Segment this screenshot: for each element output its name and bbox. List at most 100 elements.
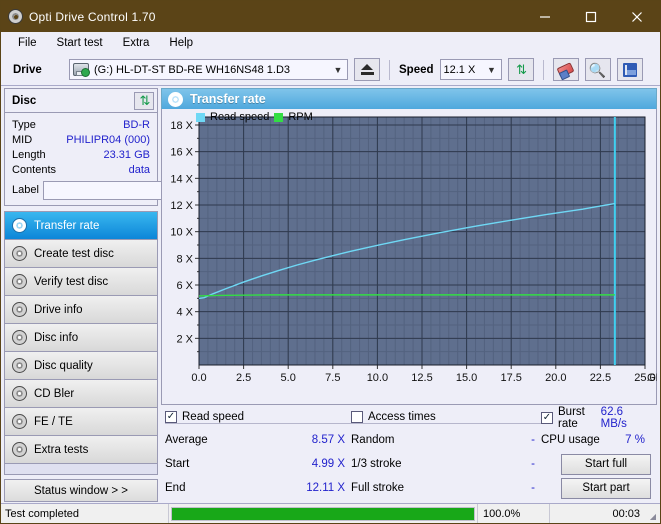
access-times-label: Access times xyxy=(368,411,436,423)
average-value: 8.57 X xyxy=(312,434,351,446)
disc-icon xyxy=(168,92,183,107)
end-cell: End 12.11 X xyxy=(165,482,351,494)
progress-percent: 100.0% xyxy=(478,504,550,523)
save-button[interactable] xyxy=(617,58,643,81)
svg-text:20.0: 20.0 xyxy=(545,372,566,384)
scan-button[interactable]: 🔍 xyxy=(585,58,611,81)
disc-row-contents-value: data xyxy=(129,164,150,176)
disc-row-type-value: BD-R xyxy=(123,119,150,131)
maximize-icon[interactable] xyxy=(568,1,614,32)
eraser-icon xyxy=(557,62,575,77)
sidebar-item-disc-info[interactable]: Disc info xyxy=(5,324,157,352)
disc-icon xyxy=(12,302,27,317)
window-title: Opti Drive Control 1.70 xyxy=(29,10,156,24)
sidebar-item-disc-quality[interactable]: Disc quality xyxy=(5,352,157,380)
status-window-label: Status window > > xyxy=(34,485,128,497)
svg-text:4 X: 4 X xyxy=(176,307,193,319)
chevron-down-icon: ▼ xyxy=(485,65,499,75)
main-body: Disc ⇅ Type BD-R MID PHILIPR04 (000) xyxy=(1,86,660,503)
transfer-rate-chart: Read speed RPM 2 X4 X6 X8 X10 X12 X14 X1… xyxy=(161,109,657,405)
svg-text:7.5: 7.5 xyxy=(325,372,340,384)
refresh-button[interactable]: ⇅ xyxy=(508,58,534,81)
burst-rate-header: ✓ Burst rate 62.6 MB/s xyxy=(541,406,651,430)
minimize-icon[interactable] xyxy=(522,1,568,32)
start-part-button[interactable]: Start part xyxy=(561,478,651,499)
disc-icon xyxy=(12,218,27,233)
disc-icon xyxy=(12,414,27,429)
sidebar-item-label: Drive info xyxy=(34,304,83,316)
disc-refresh-button[interactable]: ⇅ xyxy=(134,92,154,110)
stats-panel: ✓ Read speed Access times ✓ Burst rate 6… xyxy=(161,405,657,503)
svg-text:22.5: 22.5 xyxy=(590,372,611,384)
menu-extra[interactable]: Extra xyxy=(114,35,159,51)
drive-select-value: (G:) HL-DT-ST BD-RE WH16NS48 1.D3 xyxy=(94,64,290,76)
menu-file[interactable]: File xyxy=(9,35,46,51)
sidebar-item-label: FE / TE xyxy=(34,416,73,428)
resize-grip-icon[interactable]: ◢ xyxy=(646,504,660,523)
cpu-usage-value: 7 % xyxy=(625,434,651,446)
chart-svg: 2 X4 X6 X8 X10 X12 X14 X16 X18 X0.02.55.… xyxy=(162,109,657,397)
sidebar-item-verify-test-disc[interactable]: Verify test disc xyxy=(5,268,157,296)
eject-button[interactable] xyxy=(354,58,380,81)
chart-plot-area: 2 X4 X6 X8 X10 X12 X14 X16 X18 X0.02.55.… xyxy=(162,109,656,404)
sidebar-item-label: CD Bler xyxy=(34,388,74,400)
erase-button[interactable] xyxy=(553,58,579,81)
disc-icon xyxy=(12,246,27,261)
disc-panel-title: Disc xyxy=(12,95,36,107)
start-full-button[interactable]: Start full xyxy=(561,454,651,475)
progress-bar xyxy=(169,504,478,523)
speed-select[interactable]: 12.1 X ▼ xyxy=(440,59,502,80)
sidebar-item-extra-tests[interactable]: Extra tests xyxy=(5,436,157,464)
status-message: Test completed xyxy=(1,504,169,523)
app-disc-icon xyxy=(1,9,29,24)
disc-panel-header: Disc ⇅ xyxy=(5,89,157,113)
read-speed-checkbox[interactable]: ✓ xyxy=(165,411,177,423)
disc-row-mid-value: PHILIPR04 (000) xyxy=(66,134,150,146)
svg-text:12.5: 12.5 xyxy=(411,372,432,384)
disc-row-mid-key: MID xyxy=(12,134,32,146)
menu-help[interactable]: Help xyxy=(160,35,202,51)
sidebar-item-label: Disc quality xyxy=(34,360,93,372)
cpu-usage-cell: CPU usage 7 % xyxy=(541,434,651,446)
sidebar-item-label: Extra tests xyxy=(34,444,88,456)
disc-icon xyxy=(12,274,27,289)
title-bar: Opti Drive Control 1.70 xyxy=(1,1,660,32)
sidebar-item-transfer-rate[interactable]: Transfer rate xyxy=(5,212,157,240)
start-key: Start xyxy=(165,458,189,470)
window-controls xyxy=(522,1,660,32)
menu-start-test[interactable]: Start test xyxy=(48,35,112,51)
panel-header: Transfer rate xyxy=(161,88,657,109)
speed-select-value: 12.1 X xyxy=(444,64,476,76)
read-speed-label: Read speed xyxy=(182,411,244,423)
chevron-down-icon: ▼ xyxy=(331,65,345,75)
sidebar-item-label: Transfer rate xyxy=(34,220,99,232)
burst-rate-value: 62.6 MB/s xyxy=(601,406,651,430)
disc-row-mid: MID PHILIPR04 (000) xyxy=(12,132,150,147)
disc-row-type: Type BD-R xyxy=(12,117,150,132)
sidebar-nav: Transfer rate Create test disc Verify te… xyxy=(4,211,158,464)
sidebar-item-cd-bler[interactable]: CD Bler xyxy=(5,380,157,408)
svg-text:GB: GB xyxy=(647,372,657,384)
disc-icon xyxy=(12,386,27,401)
svg-text:10 X: 10 X xyxy=(170,227,193,239)
status-window-button[interactable]: Status window > > xyxy=(4,479,158,502)
refresh-icon: ⇅ xyxy=(140,94,149,107)
toolbar-separator-1 xyxy=(389,60,390,80)
chart-legend: Read speed RPM xyxy=(196,111,313,123)
sidebar-item-label: Verify test disc xyxy=(34,276,108,288)
burst-rate-checkbox[interactable]: ✓ xyxy=(541,412,553,424)
close-icon[interactable] xyxy=(614,1,660,32)
sidebar-item-drive-info[interactable]: Drive info xyxy=(5,296,157,324)
access-times-checkbox[interactable] xyxy=(351,411,363,423)
disc-row-type-key: Type xyxy=(12,119,36,131)
sidebar-item-create-test-disc[interactable]: Create test disc xyxy=(5,240,157,268)
legend-swatch-read-speed xyxy=(196,113,205,122)
sidebar-item-fe-te[interactable]: FE / TE xyxy=(5,408,157,436)
drive-select[interactable]: (G:) HL-DT-ST BD-RE WH16NS48 1.D3 ▼ xyxy=(69,59,348,80)
progress-track xyxy=(171,507,475,521)
full-stroke-cell: Full stroke - xyxy=(351,482,541,494)
stats-row-2: Start 4.99 X 1/3 stroke - Start full xyxy=(165,452,651,476)
svg-text:2.5: 2.5 xyxy=(236,372,251,384)
svg-text:14 X: 14 X xyxy=(170,173,193,185)
svg-text:0.0: 0.0 xyxy=(191,372,206,384)
